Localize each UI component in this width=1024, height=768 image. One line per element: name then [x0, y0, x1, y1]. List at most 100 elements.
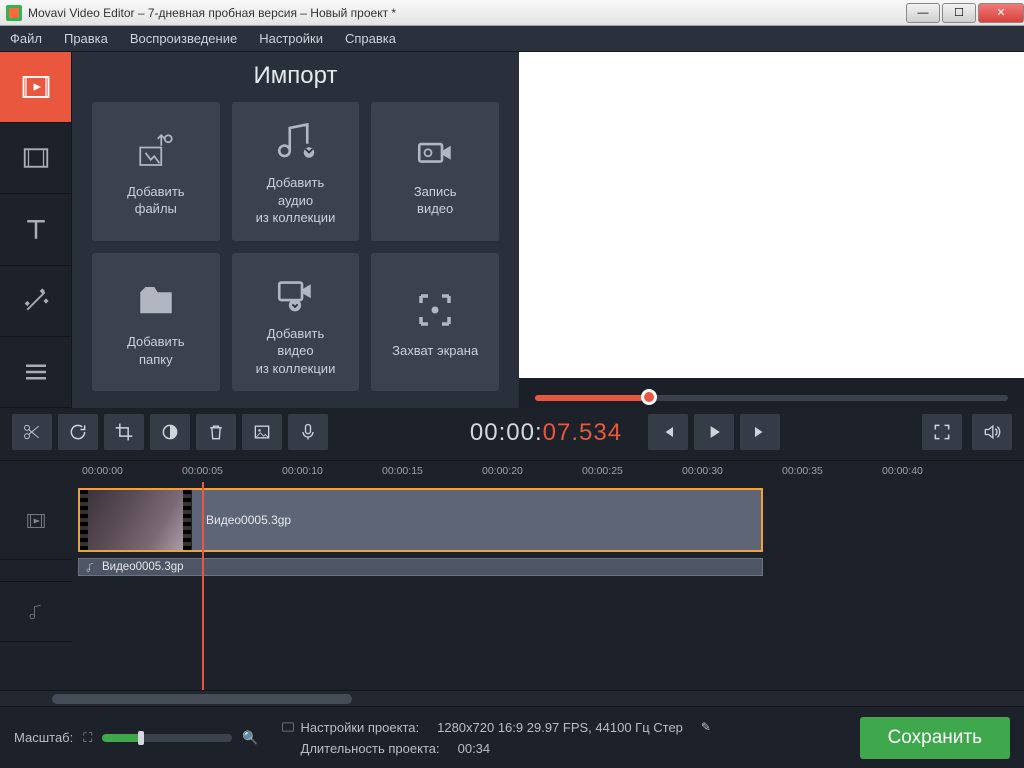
ruler-tick: 00:00:35 — [782, 465, 882, 480]
note-small-icon — [85, 562, 96, 573]
next-frame-button[interactable] — [740, 414, 780, 450]
zoom-slider[interactable] — [102, 734, 232, 742]
tile-label: Добавить файлы — [127, 183, 184, 218]
ruler-tick: 00:00:30 — [682, 465, 782, 480]
menu-edit[interactable]: Правка — [64, 31, 108, 46]
menu-help[interactable]: Справка — [345, 31, 396, 46]
window-titlebar: Movavi Video Editor – 7-дневная пробная … — [0, 0, 1024, 26]
skip-forward-icon — [750, 422, 770, 442]
project-settings-value: 1280x720 16:9 29.97 FPS, 44100 Гц Стер — [437, 720, 683, 735]
volume-button[interactable] — [972, 414, 1012, 450]
preview-canvas[interactable] — [519, 52, 1024, 378]
image-icon — [252, 422, 272, 442]
music-note-icon — [274, 121, 316, 163]
zoom-fit-icon[interactable]: ⛶ — [83, 730, 92, 746]
ruler-tick: 00:00:40 — [882, 465, 982, 480]
window-close-button[interactable]: ✕ — [978, 3, 1024, 23]
duration-value: 00:34 — [458, 741, 491, 756]
tile-record-video[interactable]: Запись видео — [371, 102, 499, 241]
timeline-body[interactable]: Видео0005.3gp Видео0005.3gp — [72, 482, 1024, 690]
audio-clip-name: Видео0005.3gp — [102, 561, 184, 573]
ruler-tick: 00:00:25 — [582, 465, 682, 480]
tile-screen-capture[interactable]: Захват экрана — [371, 253, 499, 392]
ruler-tick: 00:00:00 — [82, 465, 182, 480]
window-maximize-button[interactable]: ☐ — [942, 3, 976, 23]
film-icon — [25, 510, 47, 532]
crop-button[interactable] — [104, 414, 144, 450]
camcorder-download-icon — [274, 272, 316, 314]
delete-button[interactable] — [196, 414, 236, 450]
sidebar-import[interactable] — [0, 52, 71, 123]
camcorder-icon — [414, 130, 456, 172]
cut-button[interactable] — [12, 414, 52, 450]
zoom-label: Масштаб: — [14, 730, 73, 745]
ruler-tick: 00:00:20 — [482, 465, 582, 480]
microphone-icon — [298, 422, 318, 442]
filmstrip-icon — [21, 143, 51, 173]
speaker-icon — [982, 422, 1002, 442]
tile-label: Запись видео — [414, 183, 457, 218]
note-icon — [27, 603, 45, 621]
video-clip[interactable]: Видео0005.3gp — [78, 488, 763, 552]
duration-label: Длительность проекта: — [301, 741, 440, 756]
ruler-tick: 00:00:05 — [182, 465, 282, 480]
ruler-tick: 00:00:10 — [282, 465, 382, 480]
media-files-icon — [135, 130, 177, 172]
menu-settings[interactable]: Настройки — [259, 31, 323, 46]
sidebar-more[interactable] — [0, 337, 71, 408]
tile-label: Добавить аудио из коллекции — [256, 174, 336, 227]
menubar: Файл Правка Воспроизведение Настройки Сп… — [0, 26, 1024, 52]
skip-back-icon — [658, 422, 678, 442]
scissors-icon — [22, 422, 42, 442]
tile-add-files[interactable]: Добавить файлы — [92, 102, 220, 241]
import-title: Импорт — [92, 62, 499, 90]
menu-playback[interactable]: Воспроизведение — [130, 31, 237, 46]
voiceover-button[interactable] — [288, 414, 328, 450]
folder-icon — [135, 280, 177, 322]
timeline-ruler[interactable]: 00:00:00 00:00:05 00:00:10 00:00:15 00:0… — [0, 460, 1024, 482]
scrollbar-thumb[interactable] — [52, 694, 352, 704]
color-button[interactable] — [150, 414, 190, 450]
magic-wand-icon — [21, 286, 51, 316]
sidebar-filters[interactable] — [0, 123, 71, 194]
play-icon — [704, 422, 724, 442]
hamburger-icon — [21, 357, 51, 387]
save-button[interactable]: Сохранить — [860, 717, 1010, 759]
app-icon — [6, 5, 22, 21]
tile-add-audio[interactable]: Добавить аудио из коллекции — [232, 102, 360, 241]
menu-file[interactable]: Файл — [10, 31, 42, 46]
clip-thumbnail — [80, 490, 192, 550]
prev-frame-button[interactable] — [648, 414, 688, 450]
sidebar-titles[interactable] — [0, 194, 71, 265]
rotate-button[interactable] — [58, 414, 98, 450]
film-small-icon — [281, 720, 295, 734]
timeline-scrollbar[interactable] — [0, 690, 1024, 706]
tile-add-folder[interactable]: Добавить папку — [92, 253, 220, 392]
tile-add-video[interactable]: Добавить видео из коллекции — [232, 253, 360, 392]
crop-icon — [114, 422, 134, 442]
preview-seek-slider[interactable] — [535, 388, 1008, 408]
properties-button[interactable] — [242, 414, 282, 450]
tile-label: Добавить папку — [127, 333, 184, 368]
timeline-tracks: Видео0005.3gp Видео0005.3gp — [0, 482, 1024, 690]
ruler-tick: 00:00:15 — [382, 465, 482, 480]
playhead[interactable] — [202, 482, 204, 690]
statusbar: Масштаб: ⛶ 🔍 Настройки проекта: 1280x720… — [0, 706, 1024, 768]
import-panel: Импорт Добавить файлы Добавить аудио из … — [72, 52, 519, 408]
tile-label: Захват экрана — [392, 342, 478, 360]
play-button[interactable] — [694, 414, 734, 450]
zoom-in-icon[interactable]: 🔍 — [242, 730, 258, 746]
fullscreen-button[interactable] — [922, 414, 962, 450]
sidebar-effects[interactable] — [0, 266, 71, 337]
screen-capture-icon — [414, 289, 456, 331]
timecode-display: 00:00:07.534 — [470, 418, 622, 447]
preview-pane — [519, 52, 1024, 408]
music-track-header[interactable] — [0, 582, 72, 642]
edit-project-settings-button[interactable]: ✎ — [701, 720, 711, 734]
window-minimize-button[interactable]: — — [906, 3, 940, 23]
film-play-icon — [21, 72, 51, 102]
clip-name: Видео0005.3gp — [206, 513, 291, 527]
audio-clip[interactable]: Видео0005.3gp — [78, 558, 763, 576]
video-track-header[interactable] — [0, 482, 72, 560]
linked-audio-track-header[interactable] — [0, 560, 72, 582]
